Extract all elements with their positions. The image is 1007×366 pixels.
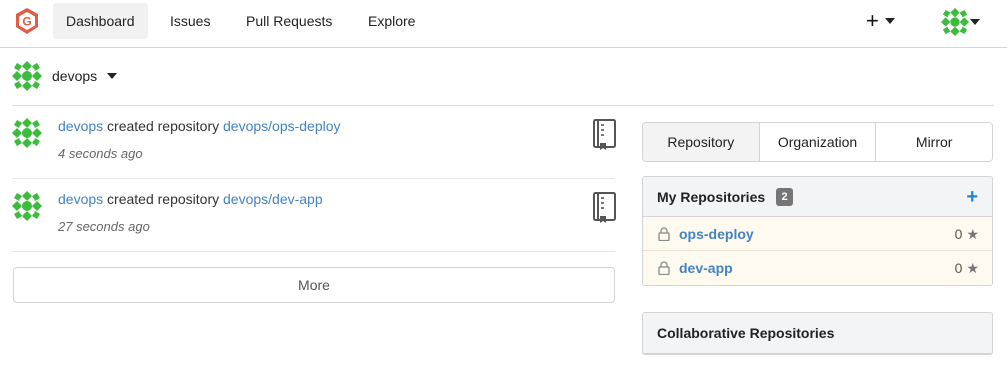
panel-title: Collaborative Repositories [657, 325, 835, 341]
nav-pull-requests[interactable]: Pull Requests [233, 3, 345, 39]
feed-timestamp: 4 seconds ago [58, 146, 143, 161]
lock-icon [658, 227, 670, 241]
identicon-avatar-icon[interactable] [12, 118, 42, 148]
repo-list-item[interactable]: ops-deploy 0 ★ [643, 217, 992, 251]
tab-repository[interactable]: Repository [643, 123, 760, 161]
panel-header: My Repositories 2 + [643, 177, 992, 217]
feed-item: devops created repository devops/ops-dep… [12, 118, 616, 168]
feed-actor-link[interactable]: devops [58, 118, 103, 134]
repo-link[interactable]: dev-app [679, 251, 733, 285]
my-repositories-panel: My Repositories 2 + ops-deploy 0 ★ dev-a… [642, 176, 993, 286]
gitea-logo-icon[interactable]: G [14, 8, 40, 34]
dashboard-context-switcher[interactable]: devops [12, 61, 118, 91]
top-navbar: G Dashboard Issues Pull Requests Explore… [0, 0, 1007, 48]
identicon-avatar-icon [12, 61, 42, 91]
feed-text: devops created repository devops/dev-app [58, 191, 323, 207]
feed-timestamp: 27 seconds ago [58, 219, 150, 234]
feed-action: created repository [107, 191, 220, 207]
feed-item: devops created repository devops/dev-app… [12, 191, 616, 241]
panel-title: My Repositories [657, 189, 766, 205]
feed-repo-link[interactable]: devops/dev-app [223, 191, 323, 207]
nav-issues[interactable]: Issues [157, 3, 223, 39]
feed-repo-link[interactable]: devops/ops-deploy [223, 118, 341, 134]
chevron-down-icon [107, 73, 118, 79]
repo-stars: 0 ★ [955, 217, 979, 251]
divider [12, 105, 994, 106]
star-count: 0 [954, 226, 963, 242]
repo-count-badge: 2 [776, 188, 793, 206]
repo-stars: 0 ★ [955, 251, 979, 285]
more-button[interactable]: More [13, 267, 615, 303]
repo-list-item[interactable]: dev-app 0 ★ [643, 251, 992, 285]
star-icon: ★ [966, 260, 979, 276]
nav-explore[interactable]: Explore [355, 3, 428, 39]
user-dropdown[interactable] [941, 8, 980, 36]
lock-icon [658, 261, 670, 275]
nav-dashboard[interactable]: Dashboard [53, 3, 148, 39]
tab-mirror[interactable]: Mirror [876, 123, 992, 161]
create-dropdown[interactable]: + [866, 8, 895, 34]
book-icon [593, 192, 616, 224]
panel-header: Collaborative Repositories [643, 313, 992, 353]
add-repo-plus-icon[interactable]: + [966, 177, 978, 217]
collaborative-repositories-panel: Collaborative Repositories [642, 312, 993, 355]
feed-actor-link[interactable]: devops [58, 191, 103, 207]
tab-organization[interactable]: Organization [759, 123, 877, 161]
star-count: 0 [954, 260, 963, 276]
repo-type-tabs: Repository Organization Mirror [642, 122, 993, 162]
plus-icon: + [866, 8, 879, 33]
chevron-down-icon [884, 18, 895, 24]
feed-text: devops created repository devops/ops-dep… [58, 118, 341, 134]
star-icon: ★ [966, 226, 979, 242]
repo-link[interactable]: ops-deploy [679, 217, 754, 251]
chevron-down-icon [970, 19, 980, 25]
divider [12, 251, 615, 252]
context-username: devops [52, 68, 98, 84]
book-icon [593, 119, 616, 151]
identicon-avatar-icon [941, 8, 969, 36]
identicon-avatar-icon[interactable] [12, 191, 42, 221]
divider [12, 178, 615, 179]
feed-action: created repository [107, 118, 220, 134]
svg-text:G: G [22, 15, 31, 29]
